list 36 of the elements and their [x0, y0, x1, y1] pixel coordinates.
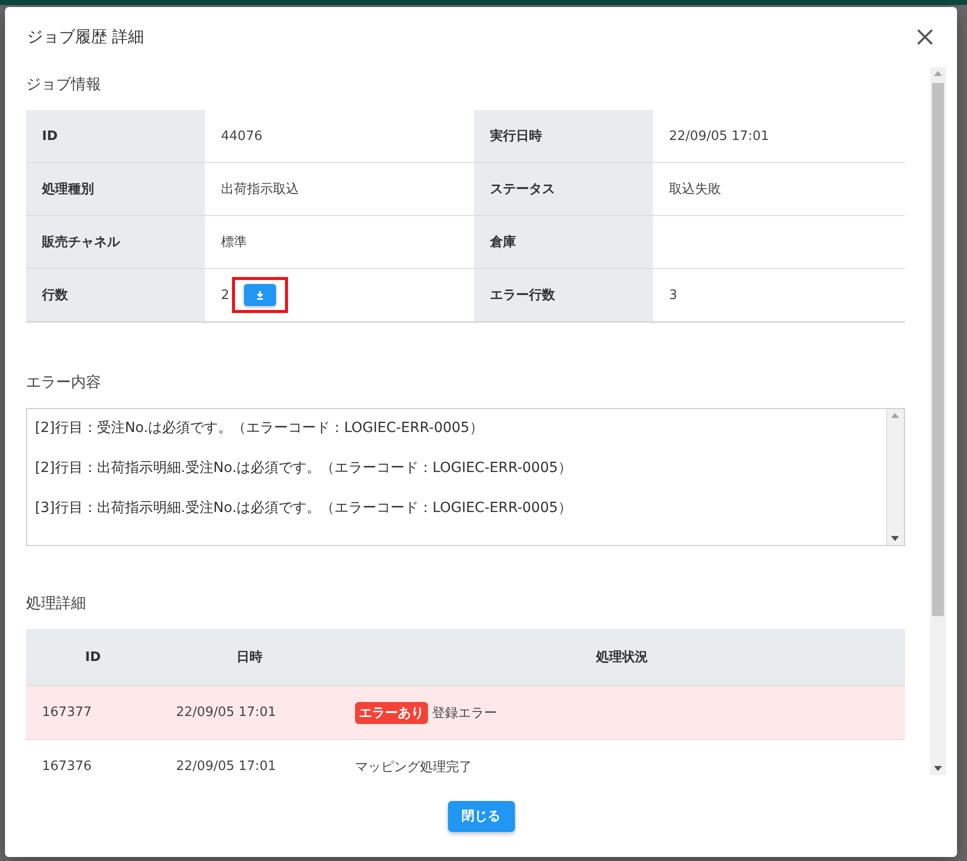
- section-heading: エラー内容: [26, 373, 102, 392]
- download-button[interactable]: [244, 284, 276, 306]
- column-header: ID: [26, 629, 160, 686]
- field-label: 販売チャネル: [26, 216, 205, 269]
- error-text-area[interactable]: [2]行目：受注No.は必須です。（エラーコード：LOGIEC-ERR-0005） [2]行目：出荷指示明細.受注No.は必須です。（エラーコード：LOGIEC-ERR-0005） [3]行目：出荷指示明細.受注No.は必須です。（エラーコード：LOGIEC-ERR-0005）: [26, 408, 905, 546]
- field-label: 倉庫: [474, 216, 653, 269]
- dialog-title: ジョブ履歴 詳細: [27, 26, 144, 48]
- table-cell: 167377: [26, 686, 160, 740]
- scrollbar[interactable]: [930, 67, 946, 775]
- scrollbar[interactable]: [886, 409, 904, 545]
- section-heading: ジョブ情報: [26, 75, 102, 94]
- table-cell: 22/09/05 17:01: [160, 686, 339, 740]
- field-value: 出荷指示取込: [221, 181, 299, 198]
- column-header: 処理状況: [339, 629, 905, 686]
- field-label: ステータス: [474, 163, 653, 216]
- status-text: 登録エラー: [432, 704, 497, 722]
- close-icon[interactable]: [915, 27, 935, 47]
- error-badge: エラーあり: [355, 702, 428, 724]
- section-heading: 処理詳細: [26, 594, 87, 613]
- field-label: 行数: [26, 269, 205, 322]
- error-line: [3]行目：出荷指示明細.受注No.は必須です。（エラーコード：LOGIEC-ERR-0005）: [35, 499, 573, 518]
- field-label: 実行日時: [474, 110, 653, 163]
- error-line: [2]行目：出荷指示明細.受注No.は必須です。（エラーコード：LOGIEC-ERR-0005）: [35, 459, 573, 478]
- field-value: 3: [669, 288, 678, 302]
- field-value: 22/09/05 17:01: [669, 128, 769, 144]
- status-text: マッピング処理完了: [355, 758, 472, 775]
- field-label: エラー行数: [474, 269, 653, 322]
- download-icon: [255, 290, 266, 300]
- field-label: 処理種別: [26, 163, 205, 216]
- column-header: 日時: [160, 629, 339, 686]
- field-label: ID: [26, 110, 205, 163]
- field-value: 取込失敗: [669, 181, 721, 198]
- field-value: 標準: [221, 234, 247, 251]
- field-value: 44076: [221, 128, 262, 144]
- field-value: 2: [221, 288, 230, 302]
- error-line: [2]行目：受注No.は必須です。（エラーコード：LOGIEC-ERR-0005）: [35, 419, 484, 438]
